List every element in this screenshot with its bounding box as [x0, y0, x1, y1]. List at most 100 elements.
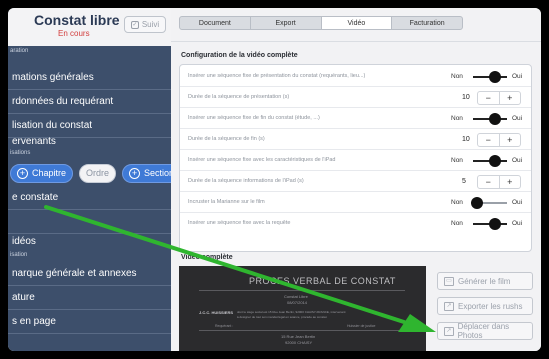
row-label: Incruster la Marianne sur le film [188, 199, 265, 205]
toggle-off-label: Non [451, 199, 463, 206]
toggle-on-label: Oui [512, 73, 523, 80]
sidebar-toolbar: + Chapitre Ordre + Section [8, 158, 171, 188]
section-label-video: isation [10, 252, 28, 258]
tab-bar: Document Export Vidéo Facturation [179, 16, 463, 30]
config-row: Incruster la Marianne sur le film Non Ou… [180, 193, 531, 213]
decrement-button[interactable]: − [478, 134, 500, 146]
divider [171, 41, 541, 42]
tab-video[interactable]: Vidéo [321, 17, 393, 29]
sidebar-item-label: idéos [12, 236, 36, 247]
divider [199, 290, 405, 291]
film-icon: ▭ [444, 276, 454, 286]
suivi-checkbox[interactable]: ✓ Suivi [124, 16, 166, 33]
row-label: Durée de la séquence de présentation (s) [188, 94, 290, 100]
sidebar-item-signature[interactable]: ature [8, 286, 171, 310]
stepper-value: 10 [462, 94, 470, 101]
row-label: Insérer une séquence fixe de présentatio… [188, 73, 366, 79]
preview-firm: J.C.C. HUISSIERS [199, 310, 234, 315]
presentation-duration-stepper: − + [477, 91, 521, 105]
decrement-button[interactable]: − [478, 176, 500, 188]
config-row: Durée de la séquence informations de l'i… [180, 172, 531, 192]
generate-film-label: Générer le film [458, 276, 511, 286]
sidebar-item-label: e constate [12, 192, 59, 203]
preview-address-1: 15 Rue Jean Bertin [281, 334, 316, 339]
sidebar-item-mise-en-page[interactable]: s en page [8, 310, 171, 334]
tab-document[interactable]: Document [180, 17, 251, 29]
config-list: Insérer une séquence fixe de présentatio… [179, 64, 532, 252]
export-rushes-label: Exporter les rushs [458, 301, 523, 311]
row-label: Insérer une séquence fixe de fin du cons… [188, 115, 320, 121]
end-duration-stepper: − + [477, 133, 521, 147]
document-title: Constat libre [34, 12, 120, 28]
increment-button[interactable]: + [500, 92, 521, 104]
preview-body-2: à désigner de tout son mandat légal en s… [237, 315, 327, 319]
preview-label-right: Huissier de justice [347, 324, 376, 328]
sidebar-item-label: ervenants [12, 136, 56, 147]
config-row: Durée de la séquence de présentation (s)… [180, 88, 531, 108]
toggle-knob[interactable] [489, 71, 501, 83]
video-section-title: Vidéo complète [181, 254, 233, 261]
section-label-mid: isations [10, 150, 31, 156]
checkbox-icon: ✓ [130, 20, 139, 29]
increment-button[interactable]: + [500, 134, 521, 146]
add-chapter-label: Chapitre [32, 168, 67, 178]
export-rushes-button[interactable]: ↗ Exporter les rushs [437, 297, 533, 315]
toggle-on-label: Oui [512, 157, 523, 164]
sidebar-header: Constat libre En cours ✓ Suivi [8, 8, 171, 46]
toggle-knob[interactable] [489, 218, 501, 230]
add-section-button[interactable]: + Section [122, 163, 171, 183]
add-chapter-button[interactable]: + Chapitre [10, 163, 74, 183]
sidebar-item-informations[interactable]: mations générales [8, 66, 171, 90]
sidebar-item-constate[interactable]: e constate [8, 186, 171, 210]
sidebar-item-videos[interactable]: idéos [8, 230, 171, 254]
main-panel: Document Export Vidéo Facturation Config… [171, 8, 541, 351]
row-label: Durée de la séquence informations de l'i… [188, 178, 304, 184]
row-label: Insérer une séquence fixe avec la requêt… [188, 220, 291, 226]
add-section-label: Section [144, 168, 171, 178]
order-label: Ordre [86, 168, 110, 178]
app-screen: Constat libre En cours ✓ Suivi aration m… [8, 8, 541, 351]
tab-facturation[interactable]: Facturation [392, 17, 462, 29]
toggle-off-label: Non [451, 220, 463, 227]
toggle-knob[interactable] [489, 155, 501, 167]
ipad-duration-stepper: − + [477, 175, 521, 189]
increment-button[interactable]: + [500, 176, 521, 188]
toggle-knob[interactable] [489, 113, 501, 125]
toggle-off-label: Non [451, 157, 463, 164]
plus-icon: + [17, 167, 28, 179]
generate-film-button[interactable]: ▭ Générer le film [437, 272, 533, 290]
sidebar-item-intervenants[interactable]: ervenants [8, 130, 171, 154]
video-preview[interactable]: PROCES VERBAL DE CONSTAT Constat Libre 0… [179, 266, 426, 351]
row-label: Durée de la séquence de fin (s) [188, 136, 265, 142]
stepper-value: 10 [462, 136, 470, 143]
preview-title: PROCES VERBAL DE CONSTAT [249, 276, 396, 286]
export-icon: ↗ [444, 301, 454, 311]
decrement-button[interactable]: − [478, 92, 500, 104]
device-frame: Constat libre En cours ✓ Suivi aration m… [0, 0, 549, 359]
config-row: Insérer une séquence fixe de fin du cons… [180, 109, 531, 129]
sidebar-item-label: ature [12, 292, 35, 303]
row-label: Insérer une séquence fixe avec les carac… [188, 157, 336, 163]
toggle-knob[interactable] [471, 197, 483, 209]
sidebar-item-label: narque générale et annexes [12, 268, 137, 279]
suivi-label: Suivi [141, 20, 160, 29]
sidebar-item-coordonnees[interactable]: rdonnées du requérant [8, 90, 171, 114]
toggle-off-label: Non [451, 115, 463, 122]
sidebar-item-remarque[interactable]: narque générale et annexes [8, 262, 171, 286]
config-row: Insérer une séquence fixe avec la requêt… [180, 214, 531, 234]
sidebar-item-label: rdonnées du requérant [12, 96, 114, 107]
toggle-on-label: Oui [512, 199, 523, 206]
preview-date: 08/07/2014 [287, 300, 308, 305]
preview-label-left: Requérant : [215, 324, 234, 328]
preview-address-2: 92000 CHAISY [285, 340, 313, 345]
tab-export[interactable]: Export [251, 17, 322, 29]
photos-icon: ↗ [444, 326, 454, 336]
status-badge: En cours [58, 29, 90, 38]
move-to-photos-button[interactable]: ↗ Déplacer dans Photos [437, 322, 533, 340]
section-label-top: aration [10, 48, 29, 54]
toggle-on-label: Oui [512, 115, 523, 122]
order-button[interactable]: Ordre [79, 163, 117, 183]
sidebar-item-label: s en page [12, 316, 56, 327]
config-section-title: Configuration de la vidéo complète [181, 52, 298, 59]
sidebar: Constat libre En cours ✓ Suivi aration m… [8, 8, 171, 351]
